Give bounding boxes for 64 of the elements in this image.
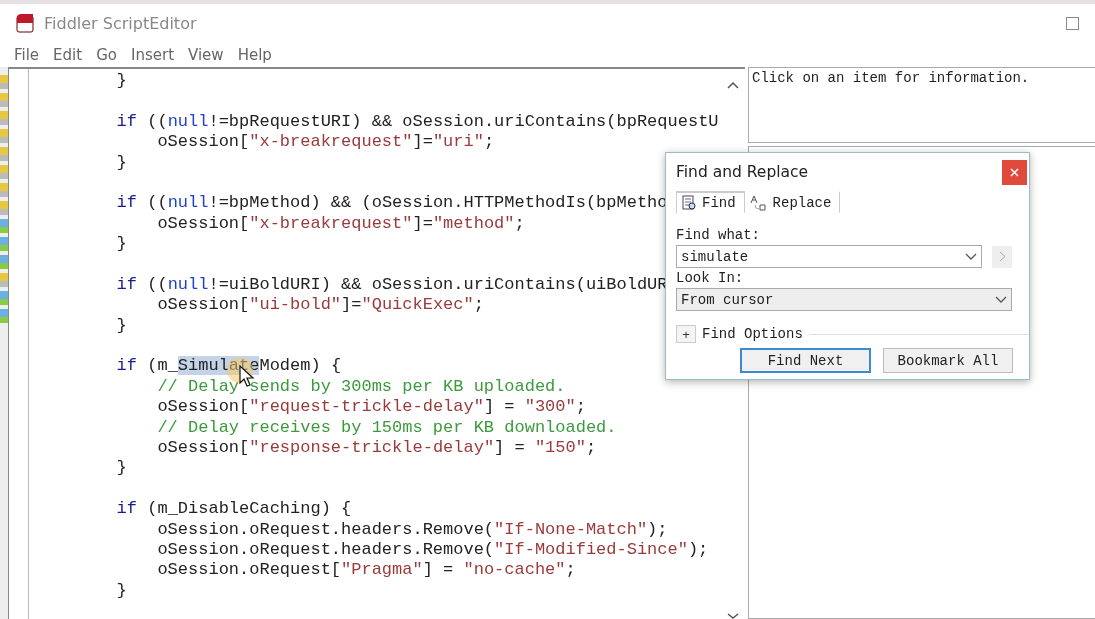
look-in-select[interactable]: From cursor xyxy=(676,288,1012,311)
code-line: oSession.oRequest.headers.Remove("If-Modified-Since"); xyxy=(156,540,709,561)
find-label: Find what: xyxy=(676,227,761,245)
file-icon xyxy=(0,183,8,197)
code-line: oSession["response-trickle-delay"] = "150"; xyxy=(156,438,597,459)
file-icon xyxy=(0,93,8,107)
code-line: } xyxy=(115,152,127,173)
look-in-label: Look In: xyxy=(676,270,745,288)
menu-item[interactable]: Edit xyxy=(53,45,83,64)
code-line: if (m_SimulateModem) { xyxy=(115,356,342,377)
code-line: oSession.oRequest["Pragma"] = "no-cache"; xyxy=(156,560,576,581)
find-field[interactable]: simulate xyxy=(676,245,982,268)
code-line: } xyxy=(115,580,127,602)
menu-item[interactable]: File xyxy=(14,45,40,64)
code-line: } xyxy=(115,234,127,255)
file-icon xyxy=(0,309,8,323)
code-line: if ((null!=bpMethod) && (oSession.HTTPMethodIs(bpMetho xyxy=(115,193,668,214)
code-line: oSession["request-trickle-delay"] = "300"; xyxy=(156,397,586,418)
file-icon xyxy=(0,201,8,215)
dialog-tab[interactable]: Find xyxy=(676,191,745,213)
file-icon xyxy=(0,111,8,125)
code-line: if ((null!=uiBoldURI) && oSession.uriContains(uiBoldUR xyxy=(115,274,668,296)
file-icon xyxy=(0,147,8,161)
close-button[interactable] xyxy=(1002,159,1027,185)
chevron-right-icon xyxy=(998,251,1006,262)
menu-item[interactable]: Help xyxy=(237,45,272,64)
document-search-icon xyxy=(681,195,697,211)
menu-item[interactable]: View xyxy=(188,45,224,64)
code-line: if ((null!=bpRequestURI) && oSession.uriContains(bpRequestU xyxy=(115,111,719,133)
code-line: oSession["x-breakrequest"]="uri"; xyxy=(156,132,495,153)
file-icon xyxy=(0,129,8,143)
bookmark-all-button[interactable]: Bookmark All xyxy=(883,348,1013,373)
code-line: } xyxy=(115,71,127,92)
options-label: Find Options xyxy=(702,326,803,342)
scroll-down-icon[interactable] xyxy=(727,613,739,619)
code-line: oSession["ui-bold"]="QuickExec"; xyxy=(156,295,484,316)
close-icon xyxy=(1010,167,1019,177)
file-icon xyxy=(0,165,8,179)
info-text: Click on an item for information. xyxy=(748,67,1095,143)
code-line: oSession["x-breakrequest"]="method"; xyxy=(156,213,525,235)
code-line: } xyxy=(115,458,127,479)
maximize-icon[interactable] xyxy=(1066,16,1079,30)
find-next-button[interactable]: Find Next xyxy=(740,348,871,373)
file-icon xyxy=(0,75,8,89)
dialog-title: Find and Replace xyxy=(676,163,809,181)
file-icon xyxy=(0,219,8,233)
code-line: // Delay sends by 300ms per KB uploaded. xyxy=(156,376,566,398)
code-line: if (m_DisableCaching) { xyxy=(115,499,352,520)
app-logo-icon xyxy=(16,13,36,33)
code-line: } xyxy=(115,315,127,337)
file-icon xyxy=(0,291,8,305)
expand-button[interactable]: + xyxy=(676,325,696,343)
menu-item[interactable]: Go xyxy=(96,45,117,64)
letter-swap-icon xyxy=(749,195,768,211)
dropdown-icon xyxy=(995,295,1007,304)
scroll-up-icon[interactable] xyxy=(727,81,739,89)
window-title: Fiddler ScriptEditor xyxy=(44,13,197,33)
file-icon xyxy=(0,255,8,269)
menu-item[interactable]: Insert xyxy=(131,45,174,64)
file-icon xyxy=(0,237,8,251)
dropdown-icon xyxy=(965,252,977,261)
code-line: oSession.oRequest.headers.Remove("If-None-Match"); xyxy=(156,519,668,540)
file-icon xyxy=(0,273,8,287)
code-line: // Delay receives by 150ms per KB downloaded. xyxy=(156,417,617,439)
